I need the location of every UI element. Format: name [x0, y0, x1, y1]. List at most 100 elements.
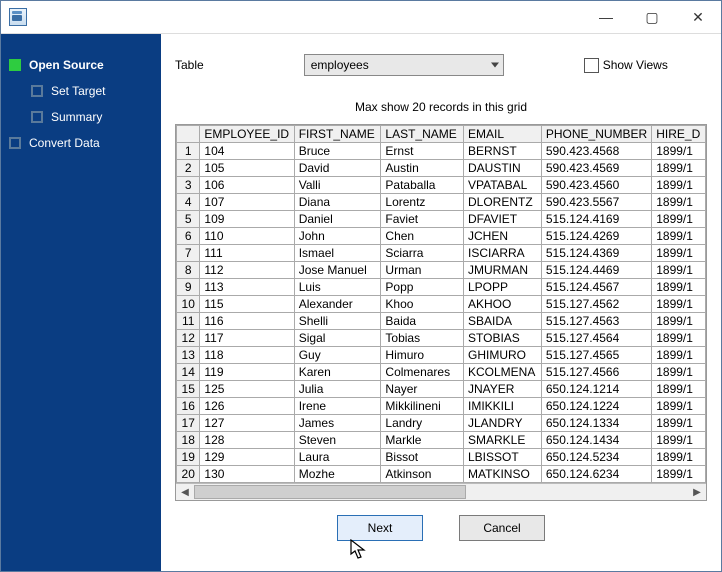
cell[interactable]: 117 — [200, 330, 294, 347]
table-row[interactable]: 16126IreneMikkilineniIMIKKILI650.124.122… — [177, 398, 706, 415]
next-button[interactable]: Next — [337, 515, 423, 541]
row-number[interactable]: 8 — [177, 262, 200, 279]
cell[interactable]: JNAYER — [464, 381, 542, 398]
cell[interactable]: Urman — [381, 262, 464, 279]
cell[interactable]: 126 — [200, 398, 294, 415]
table-row[interactable]: 6110JohnChenJCHEN515.124.42691899/1 — [177, 228, 706, 245]
cell[interactable]: Atkinson — [381, 466, 464, 483]
cell[interactable]: Himuro — [381, 347, 464, 364]
cell[interactable]: Austin — [381, 160, 464, 177]
cell[interactable]: DAUSTIN — [464, 160, 542, 177]
cell[interactable]: Faviet — [381, 211, 464, 228]
table-row[interactable]: 5109DanielFavietDFAVIET515.124.41691899/… — [177, 211, 706, 228]
scroll-thumb[interactable] — [194, 485, 466, 499]
cell[interactable]: GHIMURO — [464, 347, 542, 364]
row-number[interactable]: 17 — [177, 415, 200, 432]
cell[interactable]: John — [294, 228, 381, 245]
cell[interactable]: 1899/1 — [652, 381, 706, 398]
cell[interactable]: Bruce — [294, 143, 381, 160]
cell[interactable]: KCOLMENA — [464, 364, 542, 381]
cell[interactable]: 650.124.6234 — [541, 466, 651, 483]
cell[interactable]: 115 — [200, 296, 294, 313]
cell[interactable]: 112 — [200, 262, 294, 279]
show-views-checkbox[interactable]: Show Views — [584, 58, 668, 73]
cell[interactable]: 1899/1 — [652, 347, 706, 364]
table-row[interactable]: 19129LauraBissotLBISSOT650.124.52341899/… — [177, 449, 706, 466]
table-row[interactable]: 2105DavidAustinDAUSTIN590.423.45691899/1 — [177, 160, 706, 177]
cell[interactable]: 1899/1 — [652, 245, 706, 262]
column-header[interactable]: PHONE_NUMBER — [541, 126, 651, 143]
table-row[interactable]: 9113LuisPoppLPOPP515.124.45671899/1 — [177, 279, 706, 296]
cell[interactable]: 1899/1 — [652, 143, 706, 160]
cell[interactable]: David — [294, 160, 381, 177]
data-grid[interactable]: EMPLOYEE_IDFIRST_NAMELAST_NAMEEMAILPHONE… — [175, 124, 707, 501]
table-row[interactable]: 12117SigalTobiasSTOBIAS515.127.45641899/… — [177, 330, 706, 347]
cell[interactable]: Diana — [294, 194, 381, 211]
cell[interactable]: 107 — [200, 194, 294, 211]
cell[interactable]: JMURMAN — [464, 262, 542, 279]
cell[interactable]: STOBIAS — [464, 330, 542, 347]
cell[interactable]: 590.423.5567 — [541, 194, 651, 211]
cancel-button[interactable]: Cancel — [459, 515, 545, 541]
cell[interactable]: 515.127.4564 — [541, 330, 651, 347]
column-header[interactable]: EMPLOYEE_ID — [200, 126, 294, 143]
step-convert-data[interactable]: Convert Data — [1, 130, 161, 156]
column-header[interactable]: FIRST_NAME — [294, 126, 381, 143]
cell[interactable]: 1899/1 — [652, 228, 706, 245]
minimize-button[interactable]: — — [583, 1, 629, 33]
row-number[interactable]: 3 — [177, 177, 200, 194]
row-number[interactable]: 11 — [177, 313, 200, 330]
cell[interactable]: 515.124.4369 — [541, 245, 651, 262]
cell[interactable]: 127 — [200, 415, 294, 432]
cell[interactable]: 1899/1 — [652, 296, 706, 313]
cell[interactable]: 111 — [200, 245, 294, 262]
cell[interactable]: LBISSOT — [464, 449, 542, 466]
cell[interactable]: 590.423.4569 — [541, 160, 651, 177]
cell[interactable]: 515.127.4562 — [541, 296, 651, 313]
cell[interactable]: 104 — [200, 143, 294, 160]
cell[interactable]: Steven — [294, 432, 381, 449]
cell[interactable]: Alexander — [294, 296, 381, 313]
table-row[interactable]: 13118GuyHimuroGHIMURO515.127.45651899/1 — [177, 347, 706, 364]
cell[interactable]: AKHOO — [464, 296, 542, 313]
cell[interactable]: JLANDRY — [464, 415, 542, 432]
cell[interactable]: 650.124.5234 — [541, 449, 651, 466]
cell[interactable]: 125 — [200, 381, 294, 398]
cell[interactable]: 129 — [200, 449, 294, 466]
cell[interactable]: Daniel — [294, 211, 381, 228]
table-combobox[interactable]: employees — [304, 54, 504, 76]
row-number[interactable]: 16 — [177, 398, 200, 415]
cell[interactable]: BERNST — [464, 143, 542, 160]
cell[interactable]: 1899/1 — [652, 466, 706, 483]
table-row[interactable]: 15125JuliaNayerJNAYER650.124.12141899/1 — [177, 381, 706, 398]
row-number[interactable]: 4 — [177, 194, 200, 211]
row-number[interactable]: 18 — [177, 432, 200, 449]
row-number[interactable]: 13 — [177, 347, 200, 364]
cell[interactable]: 118 — [200, 347, 294, 364]
cell[interactable]: 1899/1 — [652, 330, 706, 347]
step-set-target[interactable]: Set Target — [23, 78, 161, 104]
cell[interactable]: SBAIDA — [464, 313, 542, 330]
maximize-button[interactable]: ▢ — [629, 1, 675, 33]
cell[interactable]: Nayer — [381, 381, 464, 398]
cell[interactable]: 590.423.4568 — [541, 143, 651, 160]
table-row[interactable]: 3106ValliPataballaVPATABAL590.423.456018… — [177, 177, 706, 194]
column-header[interactable]: HIRE_D — [652, 126, 706, 143]
cell[interactable]: DFAVIET — [464, 211, 542, 228]
cell[interactable]: Laura — [294, 449, 381, 466]
cell[interactable]: Lorentz — [381, 194, 464, 211]
cell[interactable]: Julia — [294, 381, 381, 398]
cell[interactable]: Khoo — [381, 296, 464, 313]
cell[interactable]: 1899/1 — [652, 415, 706, 432]
cell[interactable]: 650.124.1434 — [541, 432, 651, 449]
cell[interactable]: Popp — [381, 279, 464, 296]
cell[interactable]: 109 — [200, 211, 294, 228]
row-number[interactable]: 10 — [177, 296, 200, 313]
cell[interactable]: 106 — [200, 177, 294, 194]
cell[interactable]: 1899/1 — [652, 160, 706, 177]
cell[interactable]: Mikkilineni — [381, 398, 464, 415]
cell[interactable]: Shelli — [294, 313, 381, 330]
row-number[interactable]: 7 — [177, 245, 200, 262]
cell[interactable]: 1899/1 — [652, 398, 706, 415]
cell[interactable]: ISCIARRA — [464, 245, 542, 262]
